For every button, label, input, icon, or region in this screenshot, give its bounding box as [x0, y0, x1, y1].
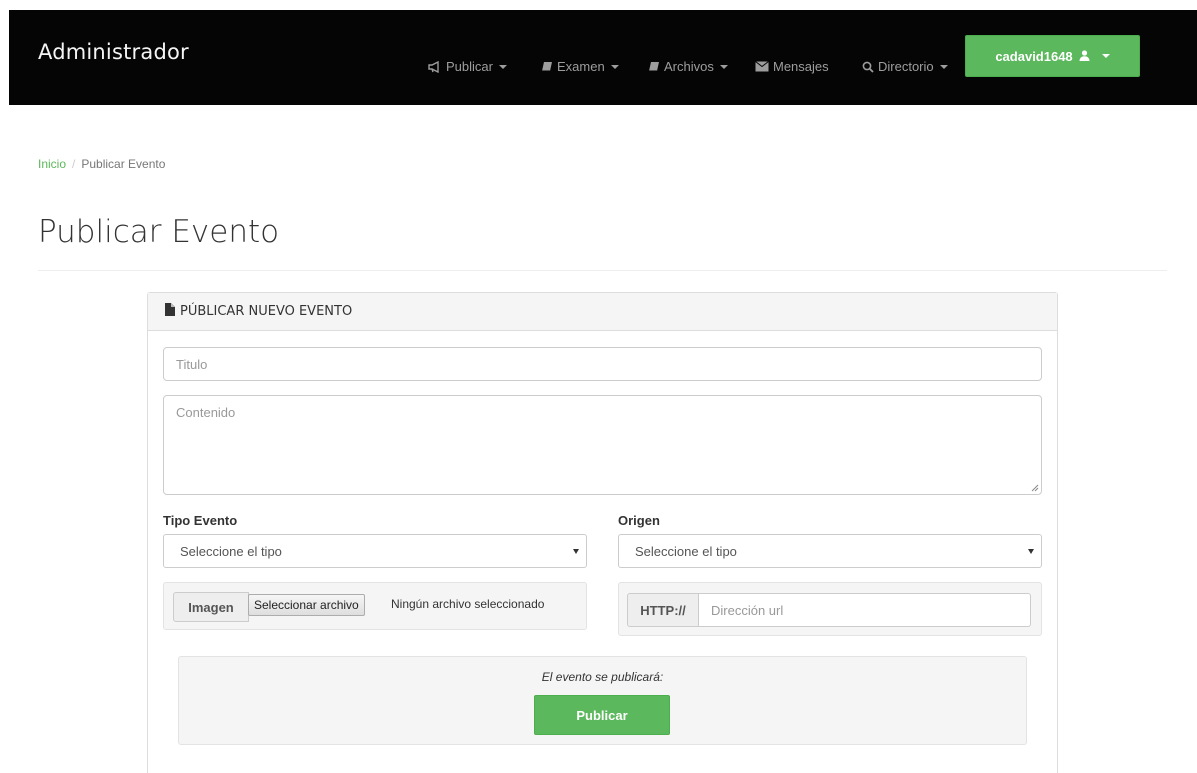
nav-directorio[interactable]: Directorio — [862, 59, 948, 74]
dropdown-arrow-icon — [573, 549, 579, 554]
imagen-upload-group: Imagen Seleccionar archivo Ningún archiv… — [163, 582, 587, 630]
user-menu-button[interactable]: cadavid1648 — [965, 35, 1140, 77]
titulo-input[interactable]: Titulo — [163, 347, 1042, 381]
publish-note: El evento se publicará: — [541, 670, 664, 684]
chevron-down-icon — [939, 64, 948, 69]
resize-handle-icon[interactable] — [1031, 484, 1039, 492]
user-menu-label: cadavid1648 — [995, 48, 1073, 64]
file-status-text: Ningún archivo seleccionado — [391, 597, 545, 611]
nav-examen[interactable]: Examen — [541, 59, 619, 74]
chevron-down-icon — [610, 64, 619, 69]
nav-publicar[interactable]: Publicar — [428, 59, 507, 74]
book-icon — [541, 61, 553, 73]
chevron-down-icon — [498, 64, 507, 69]
url-placeholder: Dirección url — [711, 602, 784, 618]
select-file-button[interactable]: Seleccionar archivo — [248, 594, 365, 616]
nav-mensajes[interactable]: Mensajes — [755, 59, 829, 74]
breadcrumb: Inicio / Publicar Evento — [38, 157, 165, 171]
user-icon — [1079, 49, 1090, 64]
tipo-evento-selected: Seleccione el tipo — [180, 543, 282, 559]
search-icon — [862, 61, 874, 73]
file-icon — [164, 303, 176, 320]
panel-heading: PÚBLICAR NUEVO EVENTO — [148, 293, 1057, 331]
url-input[interactable]: Dirección url — [699, 593, 1031, 627]
page-title: Publicar Evento — [38, 214, 280, 250]
origen-label: Origen — [618, 513, 660, 528]
new-event-panel: PÚBLICAR NUEVO EVENTO Titulo Contenido T… — [147, 292, 1058, 773]
origen-select[interactable]: Seleccione el tipo — [618, 534, 1042, 568]
tipo-evento-select[interactable]: Seleccione el tipo — [163, 534, 587, 568]
url-group: HTTP:// Dirección url — [618, 582, 1042, 636]
publish-well: El evento se publicará: Publicar — [178, 656, 1027, 745]
panel-heading-title: PÚBLICAR NUEVO EVENTO — [180, 304, 353, 319]
nav-publicar-label: Publicar — [446, 59, 493, 74]
nav-directorio-label: Directorio — [878, 59, 934, 74]
dropdown-arrow-icon — [1028, 549, 1034, 554]
title-divider — [38, 270, 1167, 271]
chevron-down-icon — [719, 64, 728, 69]
book-icon — [648, 61, 660, 73]
publish-button[interactable]: Publicar — [534, 695, 670, 735]
breadcrumb-home-link[interactable]: Inicio — [38, 157, 66, 171]
nav-archivos[interactable]: Archivos — [648, 59, 728, 74]
tipo-evento-label: Tipo Evento — [163, 513, 238, 528]
nav-archivos-label: Archivos — [664, 59, 714, 74]
breadcrumb-separator: / — [72, 157, 76, 171]
imagen-addon: Imagen — [173, 592, 249, 622]
top-navbar: Administrador Publicar Examen Archivos M… — [9, 10, 1197, 105]
nav-examen-label: Examen — [557, 59, 605, 74]
contenido-placeholder: Contenido — [176, 405, 236, 420]
breadcrumb-current: Publicar Evento — [81, 157, 166, 171]
nav-mensajes-label: Mensajes — [773, 59, 829, 74]
contenido-textarea[interactable]: Contenido — [163, 395, 1042, 495]
chevron-down-icon — [1101, 54, 1110, 58]
titulo-placeholder: Titulo — [176, 356, 208, 372]
origen-selected: Seleccione el tipo — [635, 543, 737, 559]
bullhorn-icon — [428, 60, 442, 73]
http-addon: HTTP:// — [627, 593, 699, 627]
envelope-icon — [755, 61, 769, 72]
navbar-brand[interactable]: Administrador — [38, 40, 189, 64]
